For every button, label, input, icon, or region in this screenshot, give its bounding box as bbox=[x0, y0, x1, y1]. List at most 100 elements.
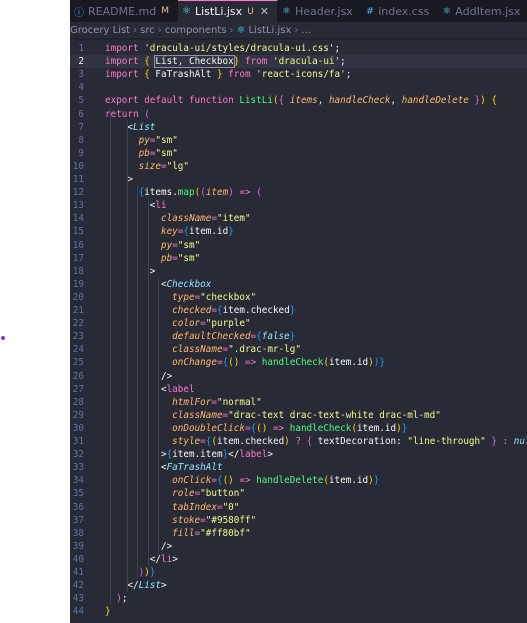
code-line[interactable]: 30 onDoubleClick={() => handleCheck(item… bbox=[70, 422, 527, 435]
code-line[interactable]: 32 >{item.item}</label> bbox=[70, 448, 527, 461]
code-token: "drac-text drac-text-white drac-ml-md" bbox=[228, 409, 441, 421]
code-line[interactable]: 13 <li bbox=[70, 199, 527, 212]
code-line[interactable]: 31 style={(item.checked) ? { textDecorat… bbox=[70, 435, 527, 448]
line-number: 37 bbox=[72, 514, 84, 526]
code-line[interactable]: 19 <Checkbox bbox=[70, 278, 527, 291]
tab-additem-jsx[interactable]: ⚛ AddItem.jsx bbox=[438, 0, 527, 22]
code-line[interactable]: 22 color="purple" bbox=[70, 317, 527, 330]
code-line[interactable]: 44} bbox=[70, 605, 527, 618]
line-number: 42 bbox=[72, 580, 84, 592]
code-line[interactable]: 11 > bbox=[70, 173, 527, 186]
code-token: import bbox=[105, 56, 145, 68]
code-line[interactable]: 43 ); bbox=[70, 592, 527, 605]
code-line[interactable]: 3 import { FaTrashAlt } from 'react-icons… bbox=[70, 68, 527, 81]
code-token: ; bbox=[340, 56, 346, 68]
tab-readme-md[interactable]: ⓘ README.md M bbox=[70, 0, 178, 22]
code-line[interactable]: 25 onChange={() => handleCheck(item.id))… bbox=[70, 356, 527, 369]
code-text: onChange={() => handleCheck(item.id))} bbox=[105, 356, 385, 369]
tab-index-css[interactable]: # index.css bbox=[362, 0, 439, 22]
line-number: 38 bbox=[72, 527, 84, 539]
code-line[interactable]: 26 /> bbox=[70, 370, 527, 383]
line-number: 1 bbox=[78, 43, 84, 54]
code-token: FaTrashAlt bbox=[155, 69, 217, 81]
code-line[interactable]: 20 type="checkbox" bbox=[70, 291, 527, 304]
code-line[interactable]: 17 pb="sm" bbox=[70, 252, 527, 265]
code-line[interactable]: 16 py="sm" bbox=[70, 239, 527, 252]
line-number: 31 bbox=[72, 436, 84, 447]
code-token: </ bbox=[228, 449, 240, 461]
line-number: 18 bbox=[72, 265, 84, 277]
code-text: } bbox=[105, 605, 111, 618]
code-line[interactable]: 12 {items.map((item) => ( bbox=[70, 186, 527, 199]
line-number: 30 bbox=[72, 422, 84, 434]
code-line[interactable]: 36 tabIndex="0" bbox=[70, 501, 527, 514]
code-line[interactable]: 24 className=".drac-mr-lg" bbox=[70, 343, 527, 356]
code-line[interactable]: 5 export default function ListLi({ items,… bbox=[70, 94, 527, 107]
code-text: tabIndex="0" bbox=[105, 501, 239, 514]
code-line[interactable]: 1 import 'dracula-ui/styles/dracula-ui.cs… bbox=[70, 42, 527, 55]
code-line[interactable]: 38 fill="#ff80bf" bbox=[70, 527, 527, 540]
line-number: 22 bbox=[72, 318, 84, 330]
breadcrumb-item[interactable]: components bbox=[165, 25, 227, 36]
code-line[interactable]: 42 </List> bbox=[70, 579, 527, 592]
code-line[interactable]: 29 className="drac-text drac-text-white … bbox=[70, 409, 527, 422]
code-line[interactable]: 33 <FaTrashAlt bbox=[70, 461, 527, 474]
code-line[interactable]: 39 /> bbox=[70, 540, 527, 553]
breadcrumb-item[interactable]: ... bbox=[301, 25, 311, 36]
tab-header-jsx[interactable]: ⚛ Header.jsx bbox=[278, 0, 362, 22]
close-icon[interactable]: ✕ bbox=[260, 5, 269, 18]
code-line[interactable]: 40 </li> bbox=[70, 553, 527, 566]
code-line[interactable]: 41 ))} bbox=[70, 566, 527, 579]
code-token: pb bbox=[160, 252, 173, 264]
code-line[interactable]: 9 pb="sm" bbox=[70, 147, 527, 160]
code-token: > bbox=[267, 449, 273, 461]
code-token: => bbox=[233, 187, 257, 199]
code-line[interactable]: 23 defaultChecked={false} bbox=[70, 330, 527, 343]
code-line[interactable]: 4 bbox=[70, 81, 527, 94]
code-token: ".drac-mr-lg" bbox=[228, 344, 301, 356]
code-token: checked bbox=[172, 305, 212, 316]
code-token: label bbox=[166, 383, 195, 395]
code-line[interactable]: 34 onClick={() => handleDelete(item.id)} bbox=[70, 474, 527, 487]
code-line[interactable]: 6 return ( bbox=[70, 108, 527, 121]
code-text: </List> bbox=[105, 579, 166, 592]
react-icon: ⚛ bbox=[182, 6, 191, 17]
code-line[interactable]: 27 <label bbox=[70, 383, 527, 396]
breadcrumb-item[interactable]: Grocery List bbox=[70, 25, 130, 36]
code-line[interactable]: 21 checked={item.checked} bbox=[70, 304, 527, 317]
tab-listli-jsx[interactable]: ⚛ ListLi.jsx U ✕ bbox=[178, 0, 278, 22]
code-token: label bbox=[239, 449, 268, 461]
line-number: 21 bbox=[72, 305, 84, 316]
code-line[interactable]: 7 <List bbox=[70, 121, 527, 134]
code-line[interactable]: 8 py="sm" bbox=[70, 134, 527, 147]
line-number: 5 bbox=[78, 95, 84, 107]
code-token: } bbox=[289, 331, 296, 343]
code-token: { bbox=[306, 436, 318, 447]
code-line[interactable]: 14 className="item" bbox=[70, 212, 527, 225]
code-text: defaultChecked={false} bbox=[105, 330, 295, 343]
code-token: "sm" bbox=[177, 252, 201, 264]
line-number: 34 bbox=[72, 475, 84, 487]
breadcrumb-item[interactable]: ListLi.jsx bbox=[248, 25, 291, 36]
line-number: 39 bbox=[72, 540, 84, 552]
code-line[interactable]: 37 stoke="#9580ff" bbox=[70, 514, 527, 527]
code-text: </li> bbox=[105, 553, 178, 566]
code-line[interactable]: 35 role="button" bbox=[70, 487, 527, 500]
code-token: </ bbox=[105, 553, 161, 565]
line-number: 7 bbox=[78, 121, 84, 133]
code-line[interactable]: 18 > bbox=[70, 265, 527, 278]
code-line[interactable]: 28 htmlFor="normal" bbox=[70, 396, 527, 409]
tab-status-badge: U bbox=[247, 6, 254, 17]
code-token: "normal" bbox=[216, 396, 262, 408]
code-area[interactable]: 1 import 'dracula-ui/styles/dracula-ui.cs… bbox=[70, 40, 527, 623]
code-token: ListLi bbox=[239, 95, 273, 107]
code-line[interactable]: 15 key={item.id} bbox=[70, 225, 527, 238]
code-token: /> bbox=[105, 540, 173, 552]
code-line[interactable]: 2 import { List, Checkbox} from 'dracula-… bbox=[70, 55, 527, 69]
breadcrumb-item[interactable]: src bbox=[140, 25, 155, 36]
code-token: handleDelete bbox=[401, 95, 469, 107]
code-line[interactable]: 10 size="lg" bbox=[70, 160, 527, 173]
